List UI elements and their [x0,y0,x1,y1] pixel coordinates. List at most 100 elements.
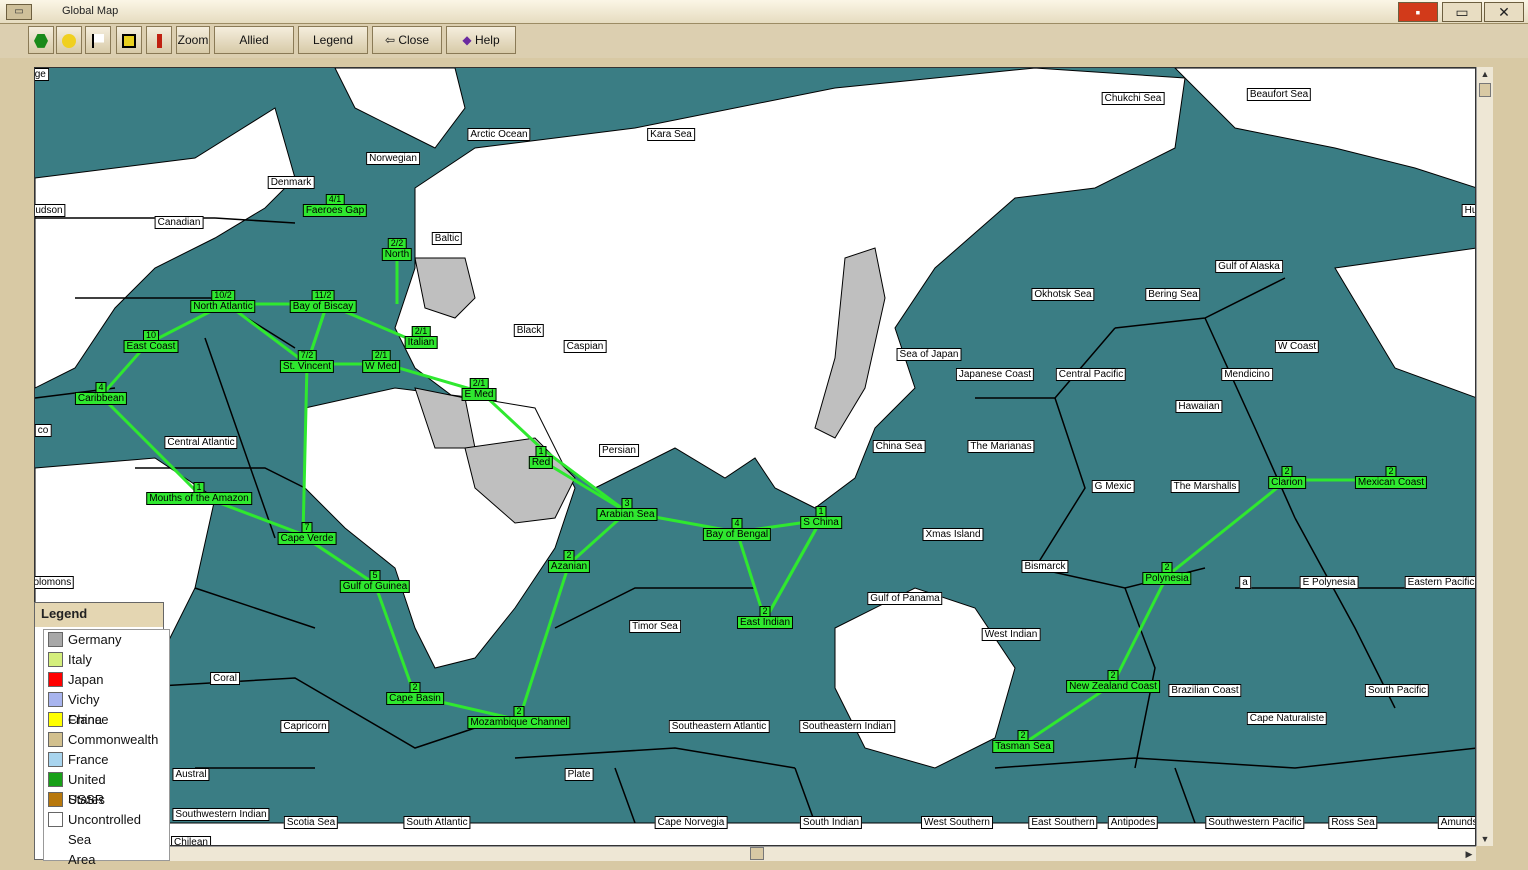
minimize-button[interactable]: ▪ [1398,2,1438,22]
sea-area-label[interactable]: East Southern [1028,816,1098,829]
sea-area-label[interactable]: Black [513,324,545,337]
close-window-button[interactable]: ✕ [1484,2,1524,22]
grid-button[interactable] [116,26,142,54]
sea-area-label[interactable]: Southwestern Pacific [1205,816,1305,829]
sea-area-label[interactable]: Southeastern Indian [799,720,895,733]
convoy-sea-area-label[interactable]: E Med [461,388,497,401]
convoy-sea-area-label[interactable]: Faeroes Gap [302,204,368,217]
maximize-button[interactable]: ▭ [1442,2,1482,22]
sea-area-label[interactable]: West Southern [921,816,993,829]
sea-area-label[interactable]: The Solomons [35,576,75,589]
convoy-sea-area-label[interactable]: Arabian Sea [596,508,658,521]
convoy-sea-area-label[interactable]: North Atlantic [190,300,256,313]
convoy-sea-area-label[interactable]: Mouths of the Amazon [146,492,252,505]
convoy-sea-area-label[interactable]: New Zealand Coast [1066,680,1160,693]
sea-area-label[interactable]: Hawaiian [1175,400,1223,413]
sea-area-label[interactable]: Canadian [154,216,204,229]
sea-area-label[interactable]: Baltic [431,232,463,245]
sea-area-label[interactable]: Caspian [563,340,607,353]
convoy-sea-area-label[interactable]: Cape Basin [386,692,444,705]
convoy-sea-area-label[interactable]: North [381,248,413,261]
sea-area-label[interactable]: Gulf of Alaska [1215,260,1283,273]
sea-area-label[interactable]: Xmas Island [922,528,984,541]
sea-area-label[interactable]: W Coast [1274,340,1320,353]
sea-area-label[interactable]: Cape Naturaliste [1246,712,1328,725]
sea-area-label[interactable]: E Polynesia [1299,576,1359,589]
horizontal-scroll-thumb[interactable] [750,847,764,860]
hexagon-button[interactable] [28,26,54,54]
convoy-sea-area-label[interactable]: East Indian [736,616,794,629]
sea-area-label[interactable]: Kara Sea [647,128,695,141]
sea-area-label[interactable]: Chilean [171,836,211,845]
convoy-sea-area-label[interactable]: Cape Verde [277,532,337,545]
sea-area-label[interactable]: Austral [172,768,210,781]
sea-area-label[interactable]: Eastern Pacific [1404,576,1475,589]
sea-area-label[interactable]: Japanese Coast [955,368,1035,381]
legend-button[interactable]: Legend [298,26,368,54]
vertical-scrollbar[interactable]: ▲ ▼ [1476,67,1493,846]
close-button[interactable]: ⇦ Close [372,26,442,54]
sea-area-label[interactable]: Mendicino [1221,368,1273,381]
sea-area-label[interactable]: The Marshalls [1170,480,1240,493]
sea-area-label[interactable]: Central Pacific [1055,368,1127,381]
convoy-sea-area-label[interactable]: East Coast [123,340,179,353]
sea-area-label[interactable]: Bering Sea [1145,288,1201,301]
sea-area-label[interactable]: Scotia Sea [283,816,339,829]
flag-button[interactable] [85,26,111,54]
convoy-sea-area-label[interactable]: S China [800,516,842,529]
scroll-up-icon[interactable]: ▲ [1478,67,1492,81]
sea-area-label[interactable]: The Marianas [967,440,1035,453]
help-button[interactable]: ◆ Help [446,26,516,54]
convoy-sea-area-label[interactable]: St. Vincent [279,360,335,373]
sea-area-label[interactable]: Persian [599,444,639,457]
sea-area-label[interactable]: South Atlantic [403,816,471,829]
sea-area-label[interactable]: Southeastern Atlantic [668,720,770,733]
convoy-sea-area-label[interactable]: Gulf of Guinea [339,580,411,593]
sea-area-label[interactable]: sage [35,68,49,81]
world-map[interactable]: Chukchi Sea Beaufort Sea Arctic Ocean Kara … [34,67,1476,846]
convoy-sea-area-label[interactable]: Red [528,456,554,469]
convoy-sea-area-label[interactable]: Azanian [547,560,591,573]
sea-area-label[interactable]: Amundsen Sea [1437,816,1475,829]
convoy-sea-area-label[interactable]: Bay of Biscay [289,300,357,313]
sea-area-label[interactable]: a [1239,576,1251,589]
sea-area-label[interactable]: Plate [564,768,594,781]
convoy-sea-area-label[interactable]: Bay of Bengal [702,528,772,541]
sea-area-label[interactable]: Gulf of Panama [867,592,943,605]
sea-area-label[interactable]: China Sea [872,440,926,453]
sea-area-label[interactable]: udson [35,204,66,217]
sea-area-label[interactable]: Sea of Japan [896,348,962,361]
sea-area-label[interactable]: Bismarck [1021,560,1069,573]
convoy-sea-area-label[interactable]: Clarion [1268,476,1306,489]
sea-area-label[interactable]: Ross Sea [1328,816,1378,829]
sea-area-label[interactable]: Denmark [267,176,315,189]
sea-area-label[interactable]: Capricorn [280,720,330,733]
sea-area-label[interactable]: Norwegian [366,152,420,165]
sea-area-label[interactable]: Brazilian Coast [1168,684,1242,697]
convoy-sea-area-label[interactable]: Italian [404,336,438,349]
sea-area-label[interactable]: Cape Norvegia [654,816,728,829]
sea-area-label[interactable]: co [35,424,52,437]
convoy-sea-area-label[interactable]: Mexican Coast [1354,476,1428,489]
sea-area-label[interactable]: Okhotsk Sea [1031,288,1095,301]
convoy-sea-area-label[interactable]: Caribbean [74,392,128,405]
convoy-sea-area-label[interactable]: Tasman Sea [992,740,1054,753]
sea-area-label[interactable]: Timor Sea [629,620,681,633]
horizontal-scrollbar[interactable]: ▶ [164,846,1476,861]
sea-area-label[interactable]: G Mexic [1091,480,1135,493]
sea-area-label[interactable]: West Indian [981,628,1041,641]
sea-area-label[interactable]: Chukchi Sea [1101,92,1165,105]
sea-area-label[interactable]: South Indian [799,816,863,829]
sea-area-label[interactable]: Coral [210,672,240,685]
convoy-sea-area-label[interactable]: W Med [362,360,400,373]
sea-area-label[interactable]: Hu [1461,204,1475,217]
map-window-icon[interactable]: ▭ [6,4,32,20]
convoy-sea-area-label[interactable]: Polynesia [1142,572,1192,585]
sea-area-label[interactable]: Antipodes [1107,816,1159,829]
sea-area-label[interactable]: Beaufort Sea [1246,88,1312,101]
sea-area-label[interactable]: South Pacific [1364,684,1430,697]
sea-area-label[interactable]: Central Atlantic [164,436,238,449]
zoom-button[interactable]: Zoom [176,26,210,54]
sun-button[interactable] [56,26,82,54]
convoy-sea-area-label[interactable]: Mozambique Channel [467,716,571,729]
